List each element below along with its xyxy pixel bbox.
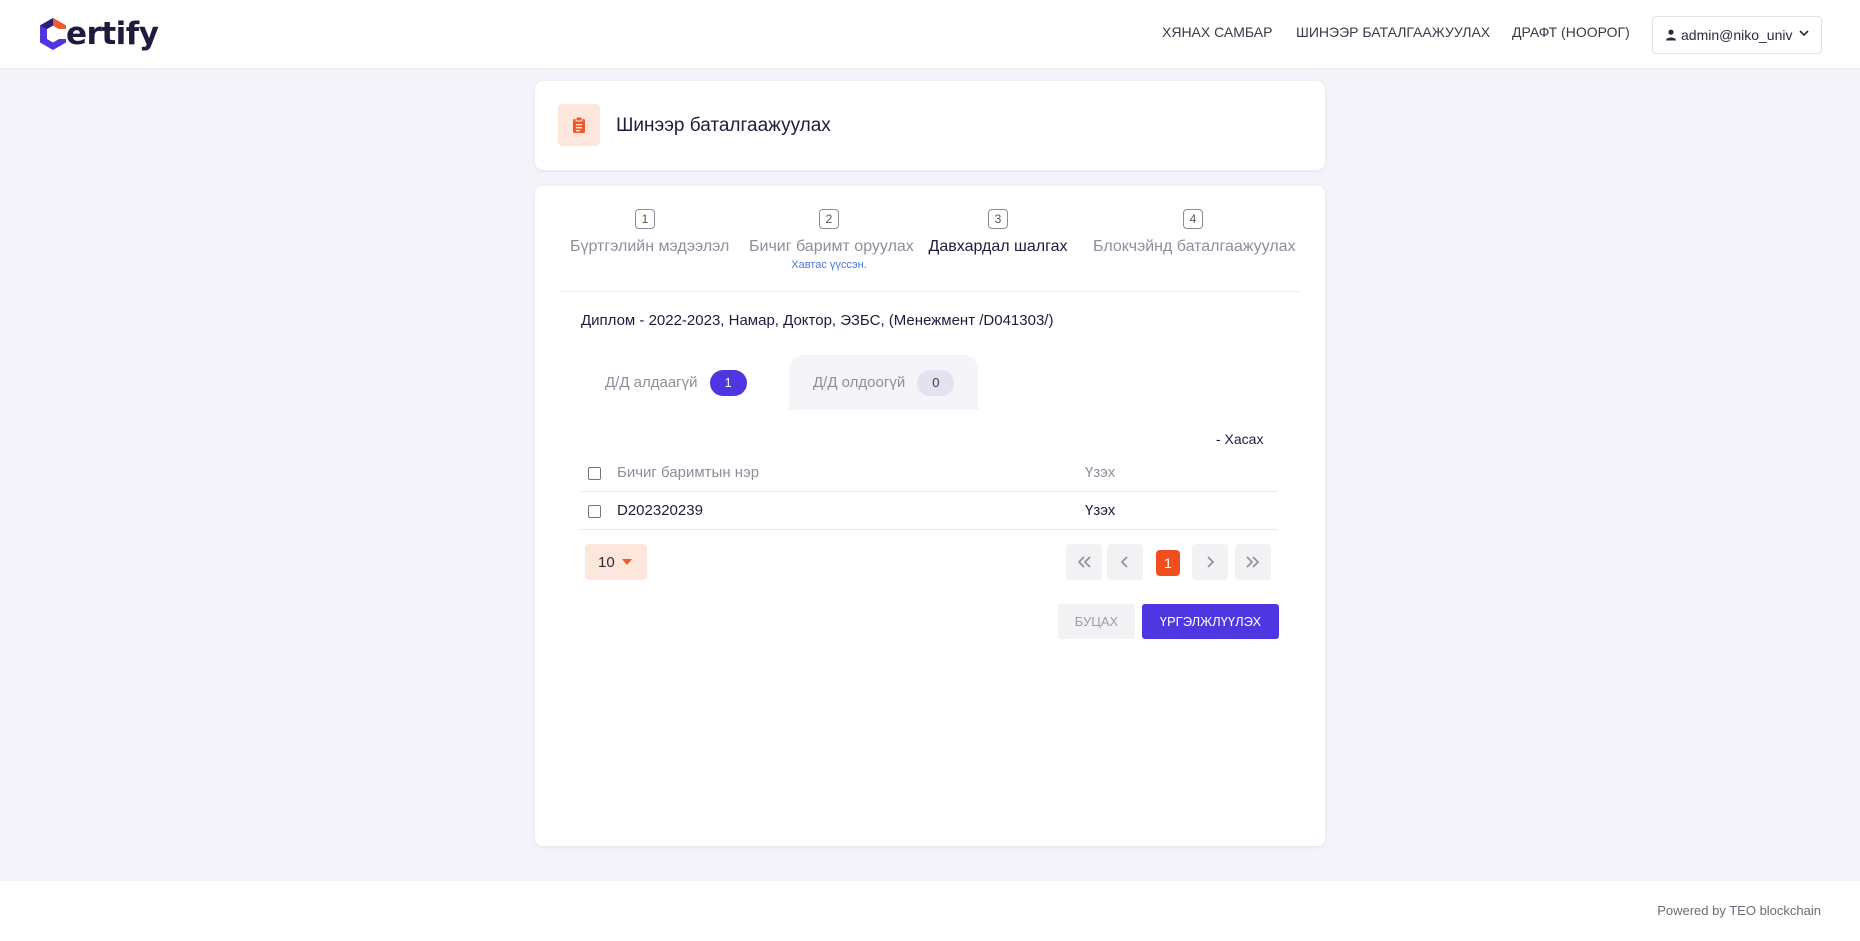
double-chevron-left-icon <box>1077 556 1091 568</box>
logo-mark-icon <box>40 18 66 50</box>
table-header-row: Бичиг баримтын нэр Үзэх <box>581 454 1278 492</box>
caret-down-icon <box>621 559 632 565</box>
last-page-button[interactable] <box>1235 544 1271 580</box>
step-2[interactable]: 2 Бичиг баримт оруулах Хавтас үүссэн. <box>749 209 914 271</box>
chevron-down-icon <box>1799 30 1809 37</box>
nav-draft-link[interactable]: ДРАФТ (НООРОГ) <box>1512 24 1630 40</box>
clipboard-icon <box>558 104 600 146</box>
user-icon <box>1666 29 1676 41</box>
step-label: Бичиг баримт оруулах <box>749 238 914 255</box>
footer-credit: Powered by TEO blockchain <box>1657 903 1821 918</box>
count-badge: 1 <box>709 369 747 396</box>
double-chevron-right-icon <box>1246 556 1260 568</box>
view-link[interactable]: Үзэх <box>1085 502 1115 519</box>
chevron-left-icon <box>1120 556 1128 568</box>
tab-label: Д/Д алдаагүй <box>605 374 698 391</box>
stepper-divider <box>559 291 1301 292</box>
step-label: Бүртгэлийн мэдээлэл <box>570 238 730 255</box>
step-number: 4 <box>1183 209 1203 229</box>
row-checkbox[interactable] <box>588 505 601 518</box>
footer: Powered by TEO blockchain <box>0 881 1860 941</box>
step-1[interactable]: 1 Бүртгэлийн мэдээлэл <box>570 209 730 256</box>
tab-not-found[interactable]: Д/Д олдоогүй 0 <box>789 355 979 410</box>
main-card: 1 Бүртгэлийн мэдээлэл 2 Бичиг баримт ору… <box>535 186 1325 846</box>
step-number: 3 <box>988 209 1008 229</box>
certify-logo[interactable]: ertify <box>38 16 159 52</box>
user-email: admin@niko_univ <box>1681 27 1793 43</box>
step-number: 2 <box>819 209 839 229</box>
document-name: D202320239 <box>617 502 703 519</box>
user-menu-dropdown[interactable]: admin@niko_univ <box>1652 16 1822 54</box>
column-header-name: Бичиг баримтын нэр <box>617 464 760 481</box>
page-title: Шинээр баталгаажуулах <box>616 115 831 136</box>
page-size-value: 10 <box>598 553 615 571</box>
logo-text: ertify <box>66 16 159 52</box>
table-row: D202320239 Үзэх <box>581 492 1278 530</box>
step-label: Давхардал шалгах <box>928 238 1068 255</box>
nav-dashboard-link[interactable]: ХЯНАХ САМБАР <box>1162 24 1272 40</box>
continue-button[interactable]: Үргэлжлүүлэх <box>1142 604 1279 639</box>
remove-button[interactable]: - Хасах <box>1216 431 1263 447</box>
document-info: Диплом - 2022-2023, Намар, Доктор, ЭЗБС,… <box>581 312 1054 329</box>
step-3[interactable]: 3 Давхардал шалгах <box>928 209 1068 256</box>
first-page-button[interactable] <box>1066 544 1102 580</box>
chevron-right-icon <box>1207 556 1215 568</box>
back-button[interactable]: Буцах <box>1058 604 1135 639</box>
nav-new-verification[interactable]: ШИНЭЭР БАТАЛГААЖУУЛАХ <box>1296 24 1490 40</box>
column-header-view: Үзэх <box>1085 464 1116 481</box>
step-label: Блокчэйнд баталгаажуулах <box>1093 238 1296 255</box>
documents-table: Бичиг баримтын нэр Үзэх D202320239 Үзэх <box>581 454 1278 530</box>
current-page-button[interactable]: 1 <box>1156 550 1180 576</box>
step-4[interactable]: 4 Блокчэйнд баталгаажуулах <box>1093 209 1296 256</box>
next-page-button[interactable] <box>1192 544 1228 580</box>
prev-page-button[interactable] <box>1107 544 1143 580</box>
step-number: 1 <box>635 209 655 229</box>
select-all-checkbox[interactable] <box>588 467 601 480</box>
nav-new-verification-link[interactable]: ШИНЭЭР БАТАЛГААЖУУЛАХ <box>1296 24 1490 40</box>
step-sublabel: Хавтас үүссэн. <box>791 259 867 271</box>
nav-draft[interactable]: ДРАФТ (НООРОГ) <box>1512 24 1630 40</box>
top-navbar: ertify ХЯНАХ САМБАР ШИНЭЭР БАТАЛГААЖУУЛА… <box>0 0 1860 69</box>
tab-label: Д/Д олдоогүй <box>813 374 906 391</box>
tab-no-error[interactable]: Д/Д алдаагүй 1 <box>581 355 771 410</box>
page-size-select[interactable]: 10 <box>585 544 647 580</box>
count-badge: 0 <box>917 369 955 396</box>
nav-dashboard[interactable]: ХЯНАХ САМБАР <box>1162 24 1272 40</box>
page-title-card: Шинээр баталгаажуулах <box>535 81 1325 170</box>
